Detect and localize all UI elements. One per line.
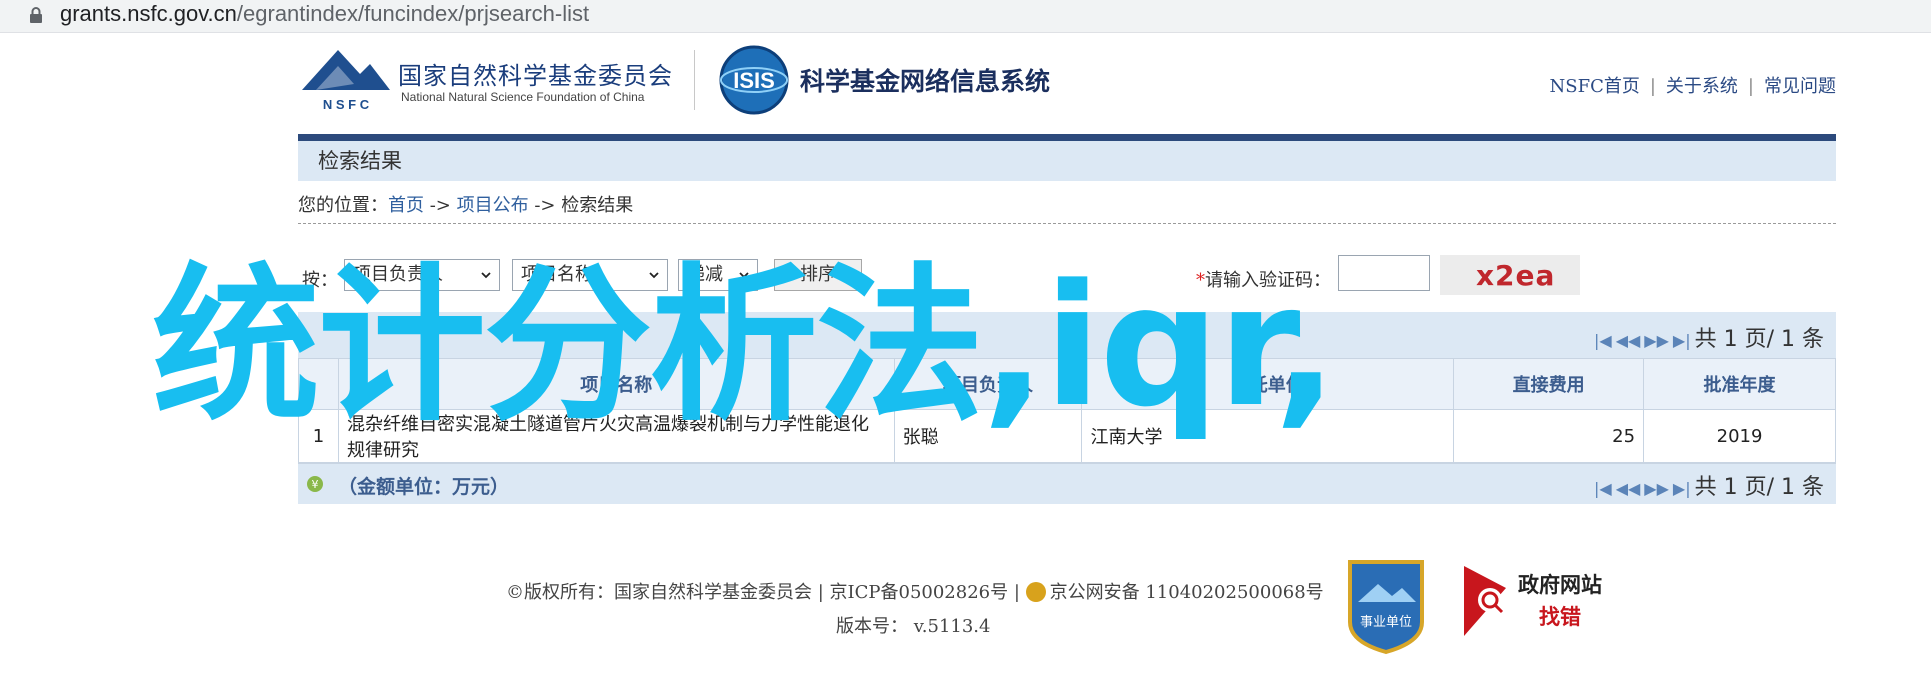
breadcrumb: 您的位置：首页 -> 项目公布 -> 检索结果 <box>298 191 1836 224</box>
nav-separator: | <box>1649 76 1656 97</box>
pager-text: 共 1 页/ 1 条 <box>1694 327 1824 352</box>
site-header: N S F C 国家自然科学基金委员会 National Natural Sci… <box>298 32 1836 132</box>
public-institution-badge-icon[interactable]: 事业单位 <box>1344 556 1428 656</box>
nsfc-abbr: N S F C <box>323 97 370 112</box>
isis-logo-icon[interactable]: ISIS <box>718 44 790 116</box>
pager-bar-bottom: ¥ （金额单位：万元） |◀ ◀◀ ▶▶ ▶| 共 1 页/ 1 条 <box>298 463 1836 504</box>
pager-text: 共 1 页/ 1 条 <box>1694 475 1824 500</box>
gov-site-error-badge-icon[interactable]: 政府网站 找错 <box>1460 562 1624 642</box>
col-direct-fee[interactable]: 直接费用 <box>1453 358 1645 410</box>
copyright-block: ©版权所有：国家自然科学基金委员会 | 京ICP备05002826号 | 京公网… <box>506 578 1406 638</box>
url-host: grants.nsfc.gov.cn <box>60 1 237 26</box>
svg-text:¥: ¥ <box>312 478 319 491</box>
system-title: 科学基金网络信息系统 <box>800 67 1051 96</box>
nsfc-logo-icon[interactable]: N S F C <box>298 46 394 114</box>
nav-nsfc-home[interactable]: NSFC首页 <box>1550 76 1640 97</box>
version-line: 版本号： v.5113.4 <box>836 612 1406 638</box>
next-page-icon[interactable]: ▶▶ <box>1644 331 1669 350</box>
copyright-text: ©版权所有：国家自然科学基金委员会 | 京ICP备05002826号 | <box>506 582 1026 603</box>
version-value: v.5113.4 <box>913 616 991 637</box>
amount-unit-note: （金额单位：万元） <box>338 476 510 498</box>
overlay-watermark-text: 统计分析法,iqr, <box>152 248 1338 444</box>
pager-top: |◀ ◀◀ ▶▶ ▶| 共 1 页/ 1 条 <box>1594 321 1824 353</box>
police-record-text[interactable]: 京公网安备 11040202500068号 <box>1050 582 1324 603</box>
money-icon: ¥ <box>307 476 323 492</box>
url-text[interactable]: grants.nsfc.gov.cn/egrantindex/funcindex… <box>60 1 589 27</box>
breadcrumb-project-publish[interactable]: 项目公布 <box>457 195 529 216</box>
breadcrumb-prefix: 您的位置： <box>298 195 388 216</box>
prev-page-icon[interactable]: ◀◀ <box>1616 331 1641 350</box>
row-approval-year: 2019 <box>1643 409 1836 463</box>
row-direct-fee: 25 <box>1453 409 1645 463</box>
nav-faq[interactable]: 常见问题 <box>1764 76 1836 97</box>
first-page-icon[interactable]: |◀ <box>1594 331 1612 350</box>
isis-abbr: ISIS <box>733 68 775 93</box>
copyright-line: ©版权所有：国家自然科学基金委员会 | 京ICP备05002826号 | 京公网… <box>506 578 1406 604</box>
top-nav: NSFC首页 | 关于系统 | 常见问题 <box>1550 72 1837 98</box>
browser-url-bar[interactable]: grants.nsfc.gov.cn/egrantindex/funcindex… <box>0 0 1931 33</box>
url-path: /egrantindex/funcindex/prjsearch-list <box>236 1 590 26</box>
header-bar <box>298 134 1836 141</box>
last-page-icon[interactable]: ▶| <box>1673 479 1691 498</box>
police-badge-icon <box>1025 582 1046 602</box>
lock-icon <box>30 7 42 23</box>
prev-page-icon[interactable]: ◀◀ <box>1616 479 1641 498</box>
breadcrumb-sep: -> <box>528 195 562 216</box>
nav-separator: | <box>1747 76 1754 97</box>
last-page-icon[interactable]: ▶| <box>1673 331 1691 350</box>
first-page-icon[interactable]: |◀ <box>1594 479 1612 498</box>
breadcrumb-current: 检索结果 <box>561 195 634 216</box>
breadcrumb-home[interactable]: 首页 <box>388 195 424 216</box>
nsfc-name-en: National Natural Science Foundation of C… <box>401 90 645 104</box>
breadcrumb-sep: -> <box>424 195 457 216</box>
captcha-text: x2ea <box>1476 259 1555 292</box>
badge2-line2: 找错 <box>1539 605 1581 629</box>
panel-title: 检索结果 <box>298 141 1836 181</box>
version-label: 版本号： <box>836 616 908 637</box>
badge2-line1: 政府网站 <box>1518 573 1602 597</box>
captcha-image[interactable]: x2ea <box>1440 255 1580 295</box>
nav-about-system[interactable]: 关于系统 <box>1666 76 1738 97</box>
next-page-icon[interactable]: ▶▶ <box>1644 479 1669 498</box>
header-divider <box>694 50 695 110</box>
captcha-input[interactable] <box>1338 255 1430 291</box>
badge1-text: 事业单位 <box>1360 615 1412 630</box>
pager-bottom: |◀ ◀◀ ▶▶ ▶| 共 1 页/ 1 条 <box>1594 469 1824 501</box>
col-approval-year[interactable]: 批准年度 <box>1643 358 1836 410</box>
nsfc-name-cn: 国家自然科学基金委员会 <box>398 62 673 90</box>
